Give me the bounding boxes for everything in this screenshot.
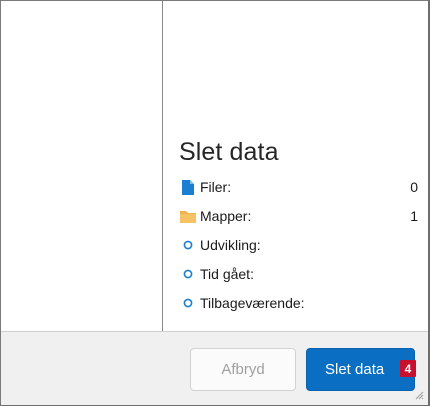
status-circle-icon (180, 295, 196, 311)
remaining-row: Tilbageværende: (180, 292, 423, 314)
file-icon (180, 179, 196, 195)
status-circle-icon (180, 237, 196, 253)
folders-label: Mapper: (200, 208, 252, 224)
dialog-footer: Afbryd Slet data (1, 331, 428, 405)
dialog-title: Slet data (179, 138, 279, 166)
files-label: Filer: (200, 179, 232, 195)
cancel-button[interactable]: Afbryd (190, 348, 296, 391)
delete-data-dialog: Slet data Filer: 0 Mapper: 1 Udvikling: … (0, 0, 430, 406)
resize-grip-icon[interactable] (414, 390, 424, 400)
folders-row: Mapper: 1 (180, 205, 423, 227)
remaining-label: Tilbageværende: (200, 295, 305, 311)
folder-icon (180, 208, 196, 224)
left-pane (1, 1, 163, 331)
progress-row: Udvikling: (180, 234, 423, 256)
folders-count: 1 (410, 208, 418, 224)
elapsed-row: Tid gået: (180, 263, 423, 285)
files-count: 0 (410, 179, 418, 195)
delete-data-button[interactable]: Slet data (306, 348, 415, 391)
progress-label: Udvikling: (200, 237, 261, 253)
step-badge: 4 (400, 360, 416, 377)
elapsed-label: Tid gået: (200, 266, 254, 282)
details-pane: Slet data Filer: 0 Mapper: 1 Udvikling: … (163, 1, 428, 331)
status-circle-icon (180, 266, 196, 282)
files-row: Filer: 0 (180, 176, 423, 198)
